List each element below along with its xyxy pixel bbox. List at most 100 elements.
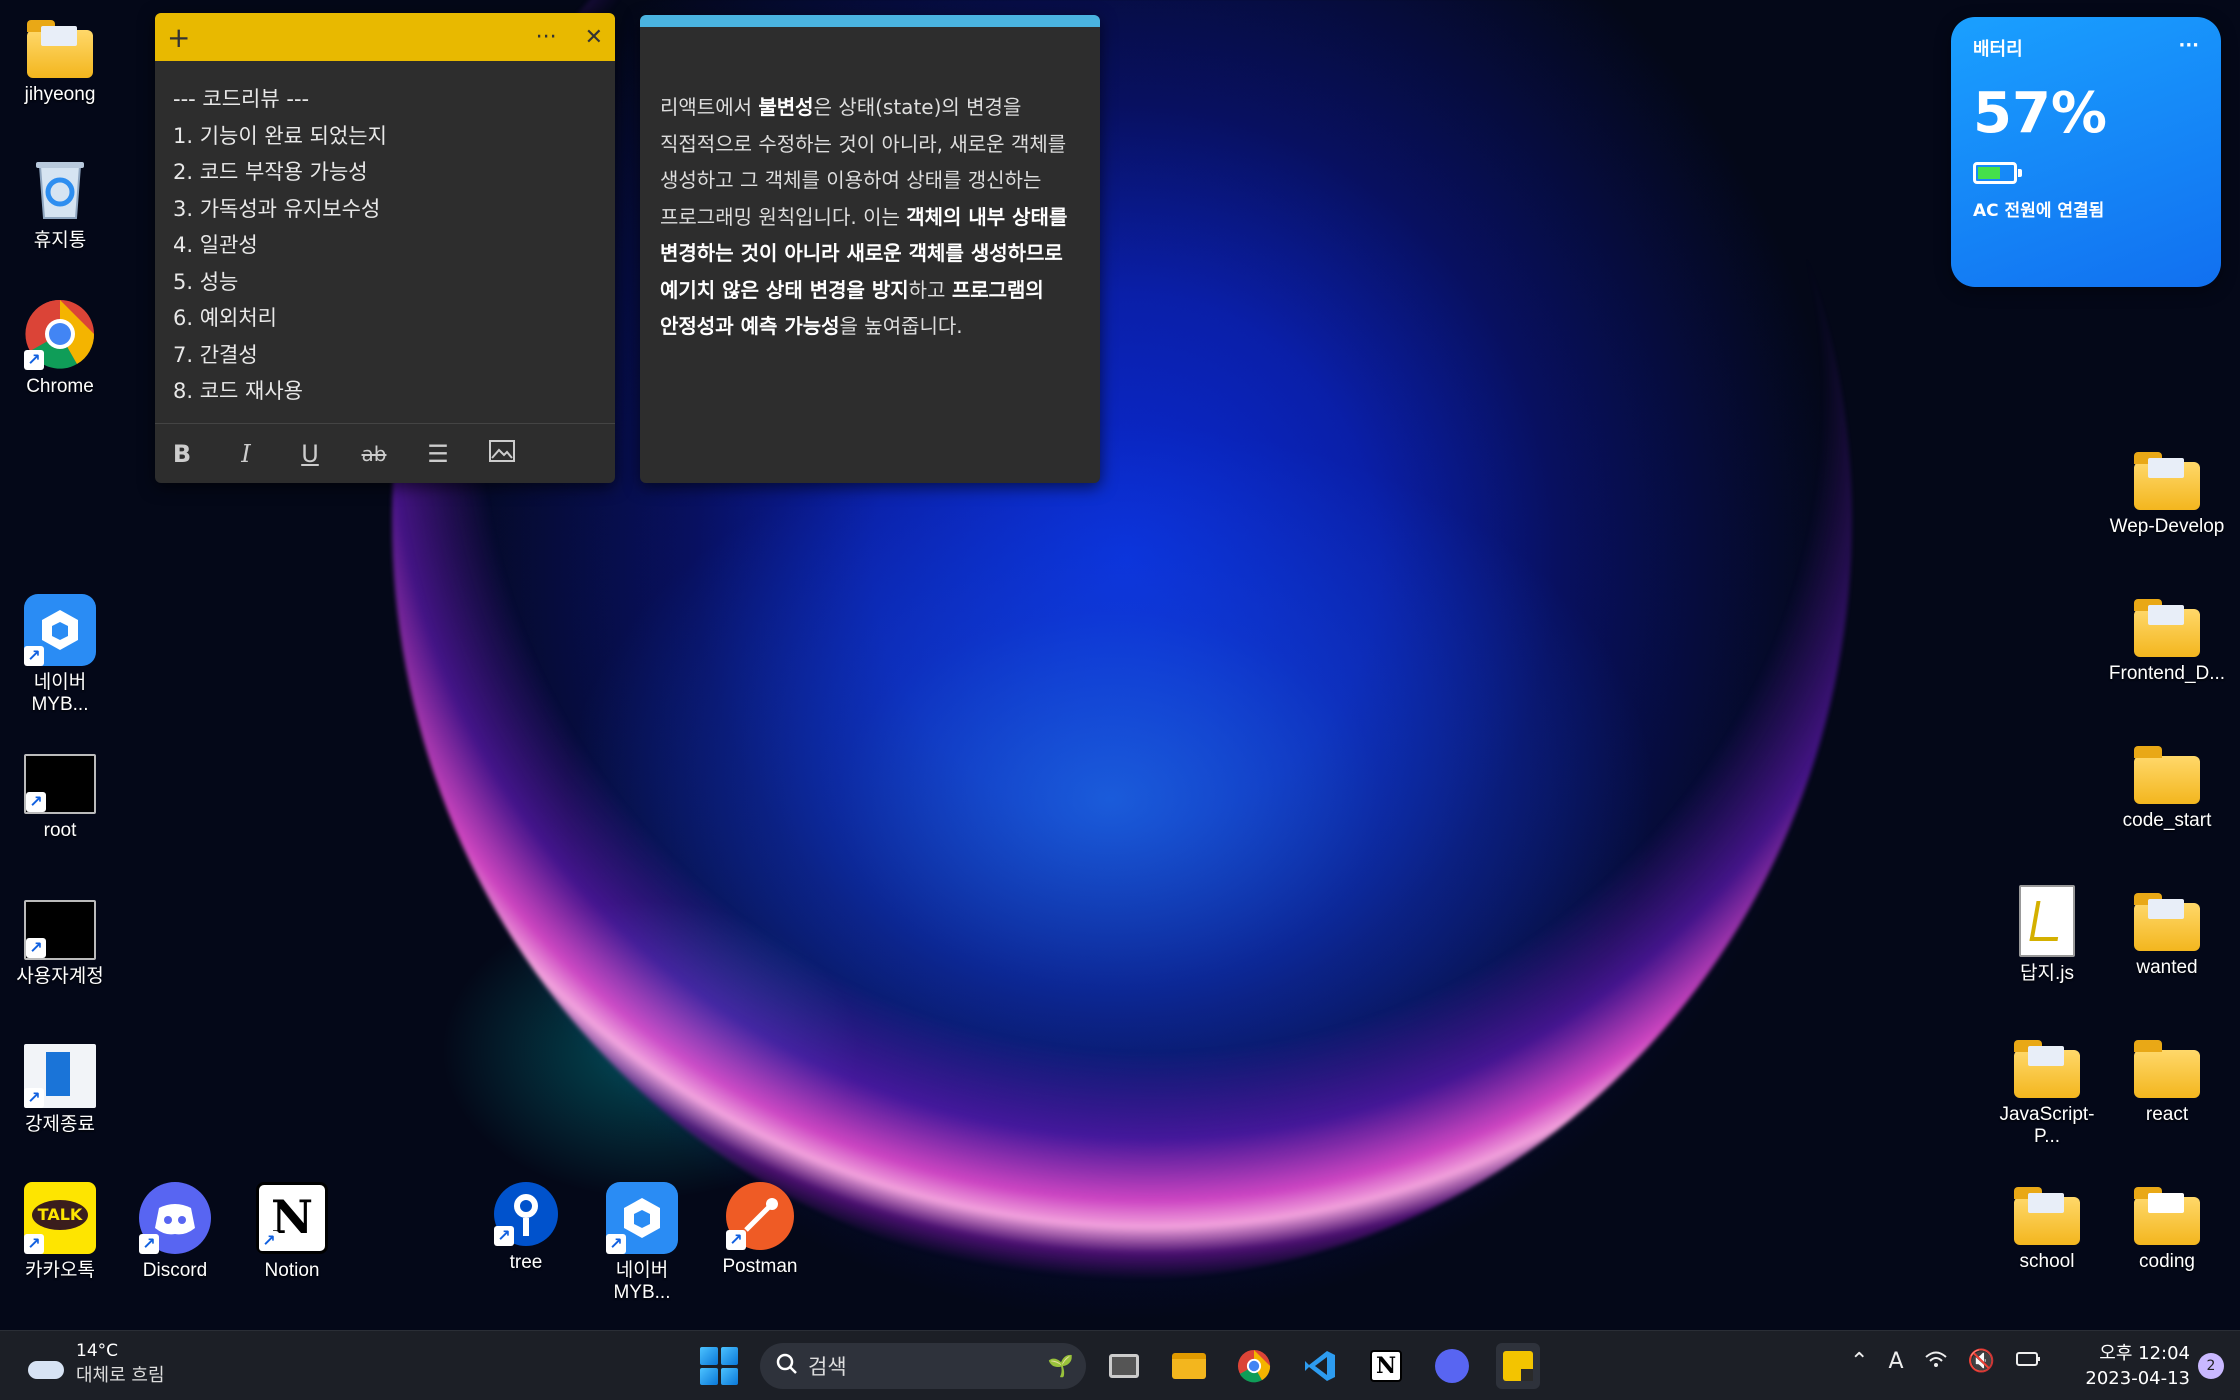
note-line: --- 코드리뷰 ---: [173, 87, 310, 111]
folder-icon: [27, 20, 93, 78]
italic-button[interactable]: I: [229, 440, 263, 468]
folder-icon: [2014, 1040, 2080, 1098]
taskbar: 14°C 대체로 흐림 검색 🌱 N ⌃ A �: [0, 1330, 2240, 1400]
desktop-icon-discord[interactable]: ↗ Discord: [115, 1182, 235, 1282]
desktop-icon-wanted[interactable]: wanted: [2107, 885, 2227, 979]
js-file-icon: [2019, 885, 2075, 957]
discord-taskbar-icon[interactable]: [1430, 1343, 1474, 1389]
sticky-note-body[interactable]: 리액트에서 불변성은 상태(state)의 변경을 직접적으로 수정하는 것이 …: [640, 27, 1100, 345]
note-line: 7. 간결성: [173, 342, 258, 367]
naver-myb-icon: ↗: [606, 1182, 678, 1254]
desktop-icon-javascript-p[interactable]: JavaScript-P...: [1987, 1032, 2107, 1148]
note-line: 4. 일관성: [173, 233, 258, 257]
note-line: 1. 기능이 완료 되었는지: [173, 123, 387, 148]
weather-desc: 대체로 흐림: [76, 1365, 165, 1386]
start-button[interactable]: [700, 1347, 738, 1385]
folder-icon: [2134, 452, 2200, 510]
folder-icon: [2014, 1187, 2080, 1245]
battery-charging-icon: [1973, 162, 2022, 184]
chrome-taskbar-icon[interactable]: [1232, 1343, 1276, 1389]
clock[interactable]: 오후 12:04 2023-04-13: [2070, 1341, 2190, 1391]
clock-time: 오후 12:04: [2099, 1343, 2190, 1364]
folder-icon: [2134, 893, 2200, 951]
sticky-note-body[interactable]: --- 코드리뷰 --- 1. 기능이 완료 되었는지 2. 코드 부작용 가능…: [155, 61, 615, 430]
desktop-icon-answer-js[interactable]: 답지.js: [1987, 885, 2107, 985]
desktop-icon-code-start[interactable]: code_start: [2107, 738, 2227, 832]
sourcetree-icon: ↗: [494, 1182, 558, 1246]
recycle-bin-icon: [24, 152, 96, 224]
desktop-icon-recycle-bin[interactable]: 휴지통: [0, 152, 120, 252]
desktop-icon-naver-myb[interactable]: ↗ 네이버 MYB...: [0, 594, 120, 716]
desktop-icon-sourcetree[interactable]: ↗ tree: [466, 1182, 586, 1274]
battery-icon[interactable]: [2015, 1349, 2041, 1375]
add-note-button[interactable]: +: [167, 21, 190, 54]
chevron-up-icon[interactable]: ⌃: [1850, 1349, 1868, 1375]
discord-icon: ↗: [139, 1182, 211, 1254]
taskbar-search[interactable]: 검색 🌱: [760, 1343, 1086, 1389]
list-icon[interactable]: ☰: [421, 440, 455, 468]
note-line: 3. 가독성과 유지보수성: [173, 196, 381, 221]
terminal-icon: ↗: [24, 754, 96, 814]
power-status: AC 전원에 연결됨: [1973, 201, 2105, 221]
folder-icon: [2134, 1040, 2200, 1098]
partly-cloudy-icon: [26, 1349, 66, 1379]
desktop-icon-frontend[interactable]: Frontend_D...: [2107, 591, 2227, 685]
vscode-icon[interactable]: [1298, 1343, 1342, 1389]
desktop-icon-react[interactable]: react: [2107, 1032, 2227, 1126]
folder-icon: [2134, 1187, 2200, 1245]
folder-icon: [2134, 746, 2200, 804]
desktop-icon-school[interactable]: school: [1987, 1179, 2107, 1273]
desktop-icon-coding[interactable]: coding: [2107, 1179, 2227, 1273]
desktop-icon-postman[interactable]: ↗ Postman: [700, 1182, 820, 1278]
desktop-icon-kakaotalk[interactable]: TALK ↗ 카카오톡: [0, 1182, 120, 1282]
weather-temp: 14°C: [76, 1341, 119, 1361]
sticky-note-immutability[interactable]: 리액트에서 불변성은 상태(state)의 변경을 직접적으로 수정하는 것이 …: [640, 15, 1100, 483]
clock-date: 2023-04-13: [2085, 1368, 2190, 1389]
more-options-button[interactable]: ···: [536, 25, 557, 50]
chrome-icon: ↗: [24, 298, 96, 370]
underline-button[interactable]: U: [293, 440, 327, 468]
strikethrough-button[interactable]: ab: [357, 442, 391, 466]
ime-indicator[interactable]: A: [1888, 1349, 1903, 1375]
terminal-icon: ↗: [24, 900, 96, 960]
search-icon: [776, 1353, 798, 1380]
desktop-icon-wep-develop[interactable]: Wep-Develop: [2107, 444, 2227, 538]
formatting-toolbar: B I U ab ☰: [155, 423, 615, 483]
notification-badge[interactable]: 2: [2198, 1353, 2224, 1379]
search-placeholder: 검색: [808, 1355, 847, 1379]
bold-button[interactable]: B: [165, 440, 199, 468]
notion-icon: N ↗: [256, 1182, 328, 1254]
note-line: 8. 코드 재사용: [173, 379, 303, 403]
battery-percent: 57%: [1973, 81, 2108, 146]
desktop-icon-root[interactable]: ↗ root: [0, 746, 120, 842]
tray-icons: ⌃ A 🔇: [1850, 1349, 2041, 1375]
file-explorer-icon[interactable]: [1167, 1343, 1211, 1389]
sticky-note-titlebar[interactable]: + ··· ✕: [155, 13, 615, 61]
task-view-icon[interactable]: [1102, 1343, 1146, 1389]
desktop-icon-user-account[interactable]: ↗ 사용자계정: [0, 892, 120, 988]
app-icon: ↗: [24, 1044, 96, 1108]
sticky-notes-taskbar-icon[interactable]: [1496, 1343, 1540, 1389]
desktop-icon-force-quit[interactable]: ↗ 강제종료: [0, 1038, 120, 1136]
battery-widget[interactable]: 배터리 ··· 57% AC 전원에 연결됨: [1951, 17, 2221, 287]
desktop-icon-naver-myb-2[interactable]: ↗ 네이버 MYB...: [582, 1182, 702, 1304]
widget-more-button[interactable]: ···: [2178, 35, 2199, 61]
note-line: 2. 코드 부작용 가능성: [173, 160, 368, 184]
widget-title: 배터리: [1973, 39, 2023, 60]
naver-myb-icon: ↗: [24, 594, 96, 666]
desktop-icon-chrome[interactable]: ↗ Chrome: [0, 298, 120, 398]
image-icon[interactable]: [485, 439, 519, 468]
notion-taskbar-icon[interactable]: N: [1364, 1343, 1408, 1389]
sticky-note-accent-bar: [640, 15, 1100, 27]
sticky-note-code-review[interactable]: + ··· ✕ --- 코드리뷰 --- 1. 기능이 완료 되었는지 2. 코…: [155, 13, 615, 483]
note-line: 5. 성능: [173, 269, 239, 294]
search-highlight-icon: 🌱: [1047, 1353, 1074, 1378]
kakaotalk-icon: TALK ↗: [24, 1182, 96, 1254]
volume-muted-icon[interactable]: 🔇: [1968, 1349, 1995, 1375]
weather-widget[interactable]: 14°C 대체로 흐림: [26, 1341, 165, 1387]
close-note-button[interactable]: ✕: [585, 25, 603, 50]
wifi-icon[interactable]: [1924, 1349, 1948, 1375]
desktop-icon-notion[interactable]: N ↗ Notion: [232, 1182, 352, 1282]
desktop-icon-jihyeong[interactable]: jihyeong: [0, 12, 120, 106]
shortcut-arrow-icon: ↗: [24, 350, 44, 370]
